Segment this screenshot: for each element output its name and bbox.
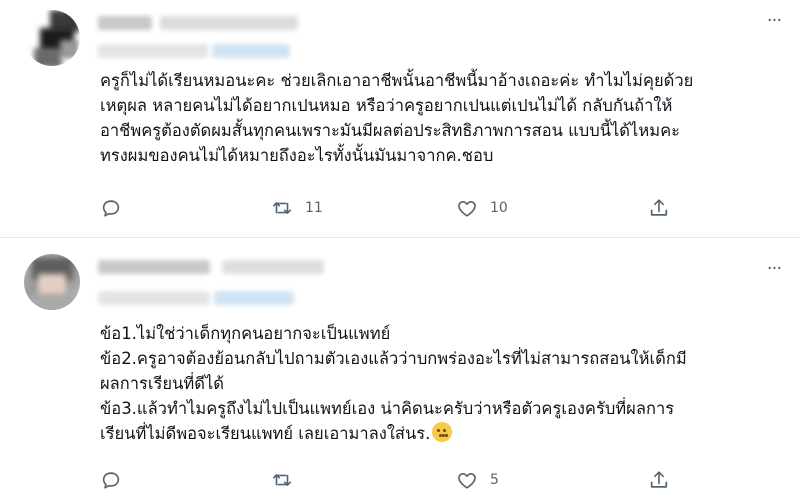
author-meta-blurred [214,291,294,305]
retweet-button[interactable]: 11 [271,194,323,222]
tweet-2[interactable]: ··· ข้อ1.ไม่ใช่ว่าเด็กทุกคนอยากจะเป็นแพท… [0,238,800,499]
share-button[interactable] [648,466,670,494]
reply-icon [102,472,120,489]
author-handle-blurred [222,260,324,274]
tweet-text: ข้อ1.ไม่ใช่ว่าเด็กทุกคนอยากจะเป็นแพทย์ ข… [100,321,782,446]
author-handle-blurred [160,16,298,30]
reply-icon [102,200,120,217]
reply-button[interactable] [100,466,134,494]
like-icon [458,472,476,489]
thinking-face-emoji-icon [432,422,453,442]
like-count: 5 [490,472,499,488]
author-meta-blurred [98,291,210,305]
retweet-icon [272,474,292,486]
more-options-icon[interactable]: ··· [762,256,786,280]
reply-button[interactable] [100,194,134,222]
avatar[interactable] [24,10,80,66]
more-options-icon[interactable]: ··· [762,8,786,32]
author-meta-blurred [212,44,290,58]
author-name-blurred [98,16,152,30]
retweet-count: 11 [305,200,323,216]
like-count: 10 [490,200,508,216]
author-meta-blurred [98,44,208,58]
like-button[interactable]: 5 [456,466,499,494]
share-icon [650,199,668,216]
like-button[interactable]: 10 [456,194,508,222]
tweet-text-body: ข้อ1.ไม่ใช่ว่าเด็กทุกคนอยากจะเป็นแพทย์ ข… [100,324,687,443]
tweet-actions: 11 10 [100,194,700,222]
tweet-actions: 5 [100,466,700,494]
avatar[interactable] [24,254,80,310]
author-name-blurred [98,260,210,274]
retweet-icon [272,202,292,214]
like-icon [458,200,476,217]
share-button[interactable] [648,194,670,222]
retweet-button[interactable] [271,466,305,494]
share-icon [650,471,668,488]
tweet-text: ครูก็ไม่ได้เรียนหมอนะคะ ช่วยเลิกเอาอาชีพ… [100,71,694,165]
tweet-1[interactable]: ··· ครูก็ไม่ได้เรียนหมอนะคะ ช่วยเลิกเอาอ… [0,0,800,237]
